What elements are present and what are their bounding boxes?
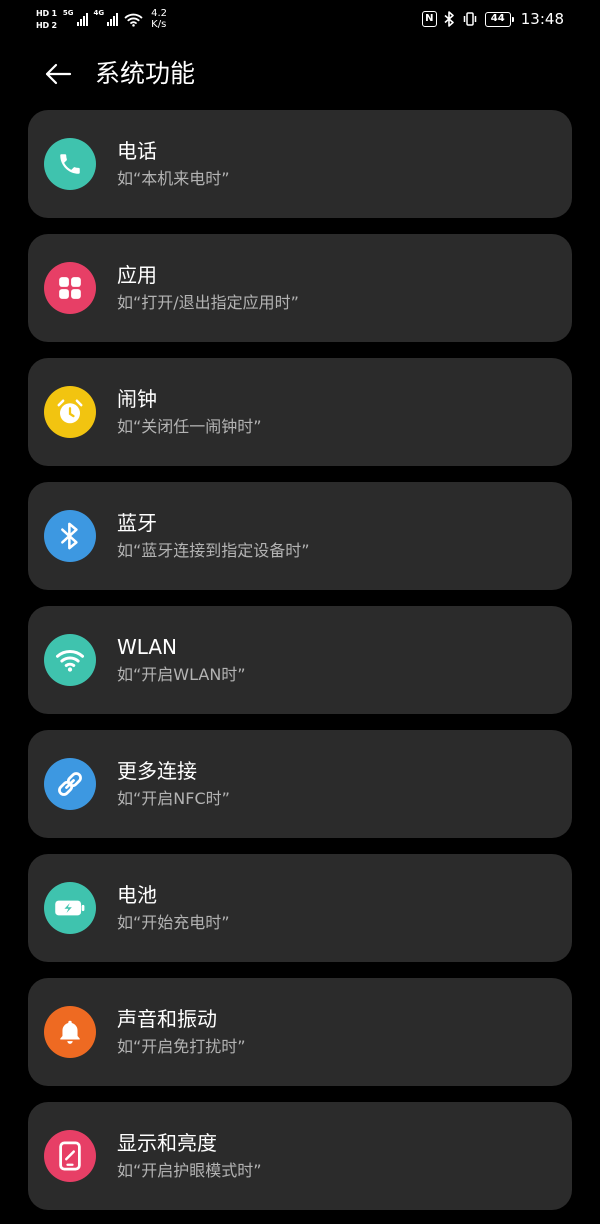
apps-grid-icon (59, 277, 81, 299)
header: 系统功能 (0, 48, 600, 100)
hd2-indicator: HD 2 (36, 20, 57, 30)
item-wlan-title: WLAN (117, 635, 178, 659)
page-title: 系统功能 (95, 59, 196, 88)
item-wlan-icon-bg (44, 634, 96, 686)
hd1-indicator: HD 1 (36, 8, 57, 18)
item-alarm-icon-bg (44, 386, 96, 438)
network-speed: 4.2 K/s (151, 8, 167, 30)
status-bar-left: HD 1 HD 2 5G 4G 4.2 K/s (36, 4, 167, 34)
alarm-clock-icon (57, 399, 83, 424)
item-more-connections-icon-bg (44, 758, 96, 810)
item-apps-subtitle: 如“打开/退出指定应用时” (117, 293, 299, 312)
item-sound-vibration-subtitle: 如“开启免打扰时” (117, 1037, 246, 1056)
back-button[interactable] (38, 56, 78, 92)
item-phone[interactable]: 电话 如“本机来电时” (28, 110, 572, 218)
status-bar-right: N 44 13:48 (421, 8, 564, 30)
item-more-connections[interactable]: 更多连接 如“开启NFC时” (28, 730, 572, 838)
network-speed-unit: K/s (151, 19, 167, 30)
bluetooth-icon (61, 522, 78, 550)
item-battery-subtitle: 如“开始充电时” (117, 913, 230, 932)
hd-indicators: HD 1 HD 2 (36, 9, 57, 30)
item-display-brightness-subtitle: 如“开启护眼模式时” (117, 1161, 262, 1180)
wifi-icon (56, 649, 84, 672)
item-wlan[interactable]: WLAN 如“开启WLAN时” (28, 606, 572, 714)
item-more-connections-subtitle: 如“开启NFC时” (117, 789, 230, 808)
item-apps-icon-bg (44, 262, 96, 314)
item-wlan-subtitle: 如“开启WLAN时” (117, 665, 246, 684)
status-bar: HD 1 HD 2 5G 4G 4.2 K/s N 44 13:48 (0, 0, 600, 38)
network-type-2: 4G (93, 9, 105, 17)
wifi-status-icon (124, 13, 143, 27)
item-bluetooth-subtitle: 如“蓝牙连接到指定设备时” (117, 541, 310, 560)
item-apps[interactable]: 应用 如“打开/退出指定应用时” (28, 234, 572, 342)
clock: 13:48 (520, 10, 564, 28)
item-alarm-title: 闹钟 (117, 387, 157, 411)
nfc-icon: N (421, 11, 437, 27)
item-sound-vibration[interactable]: 声音和振动 如“开启免打扰时” (28, 978, 572, 1086)
item-display-brightness[interactable]: 显示和亮度 如“开启护眼模式时” (28, 1102, 572, 1210)
item-display-brightness-icon-bg (44, 1130, 96, 1182)
signal-strength-2-icon (107, 12, 119, 26)
item-sound-vibration-title: 声音和振动 (117, 1007, 217, 1031)
bluetooth-status-icon (444, 11, 454, 27)
display-phone-icon (59, 1141, 81, 1171)
phone-icon (60, 154, 80, 174)
item-apps-title: 应用 (117, 263, 157, 287)
item-display-brightness-title: 显示和亮度 (117, 1131, 217, 1155)
item-more-connections-title: 更多连接 (117, 759, 197, 783)
battery-indicator: 44 (484, 11, 514, 27)
item-battery-icon-bg (44, 882, 96, 934)
item-alarm-subtitle: 如“关闭任一闹钟时” (117, 417, 262, 436)
item-bluetooth[interactable]: 蓝牙 如“蓝牙连接到指定设备时” (28, 482, 572, 590)
item-sound-vibration-icon-bg (44, 1006, 96, 1058)
network-type-1: 5G (62, 9, 74, 17)
item-battery[interactable]: 电池 如“开始充电时” (28, 854, 572, 962)
arrow-left-icon (45, 63, 72, 85)
link-icon (58, 772, 82, 796)
item-bluetooth-icon-bg (44, 510, 96, 562)
item-phone-icon-bg (44, 138, 96, 190)
item-battery-title: 电池 (117, 883, 157, 907)
vibrate-icon (463, 12, 477, 26)
signal-strength-1-icon (76, 12, 88, 26)
network-speed-value: 4.2 (151, 8, 168, 19)
item-phone-subtitle: 如“本机来电时” (117, 169, 230, 188)
bell-icon (60, 1020, 80, 1044)
item-phone-title: 电话 (117, 139, 157, 163)
item-bluetooth-title: 蓝牙 (117, 511, 157, 535)
item-alarm[interactable]: 闹钟 如“关闭任一闹钟时” (28, 358, 572, 466)
battery-charging-icon (55, 900, 85, 916)
